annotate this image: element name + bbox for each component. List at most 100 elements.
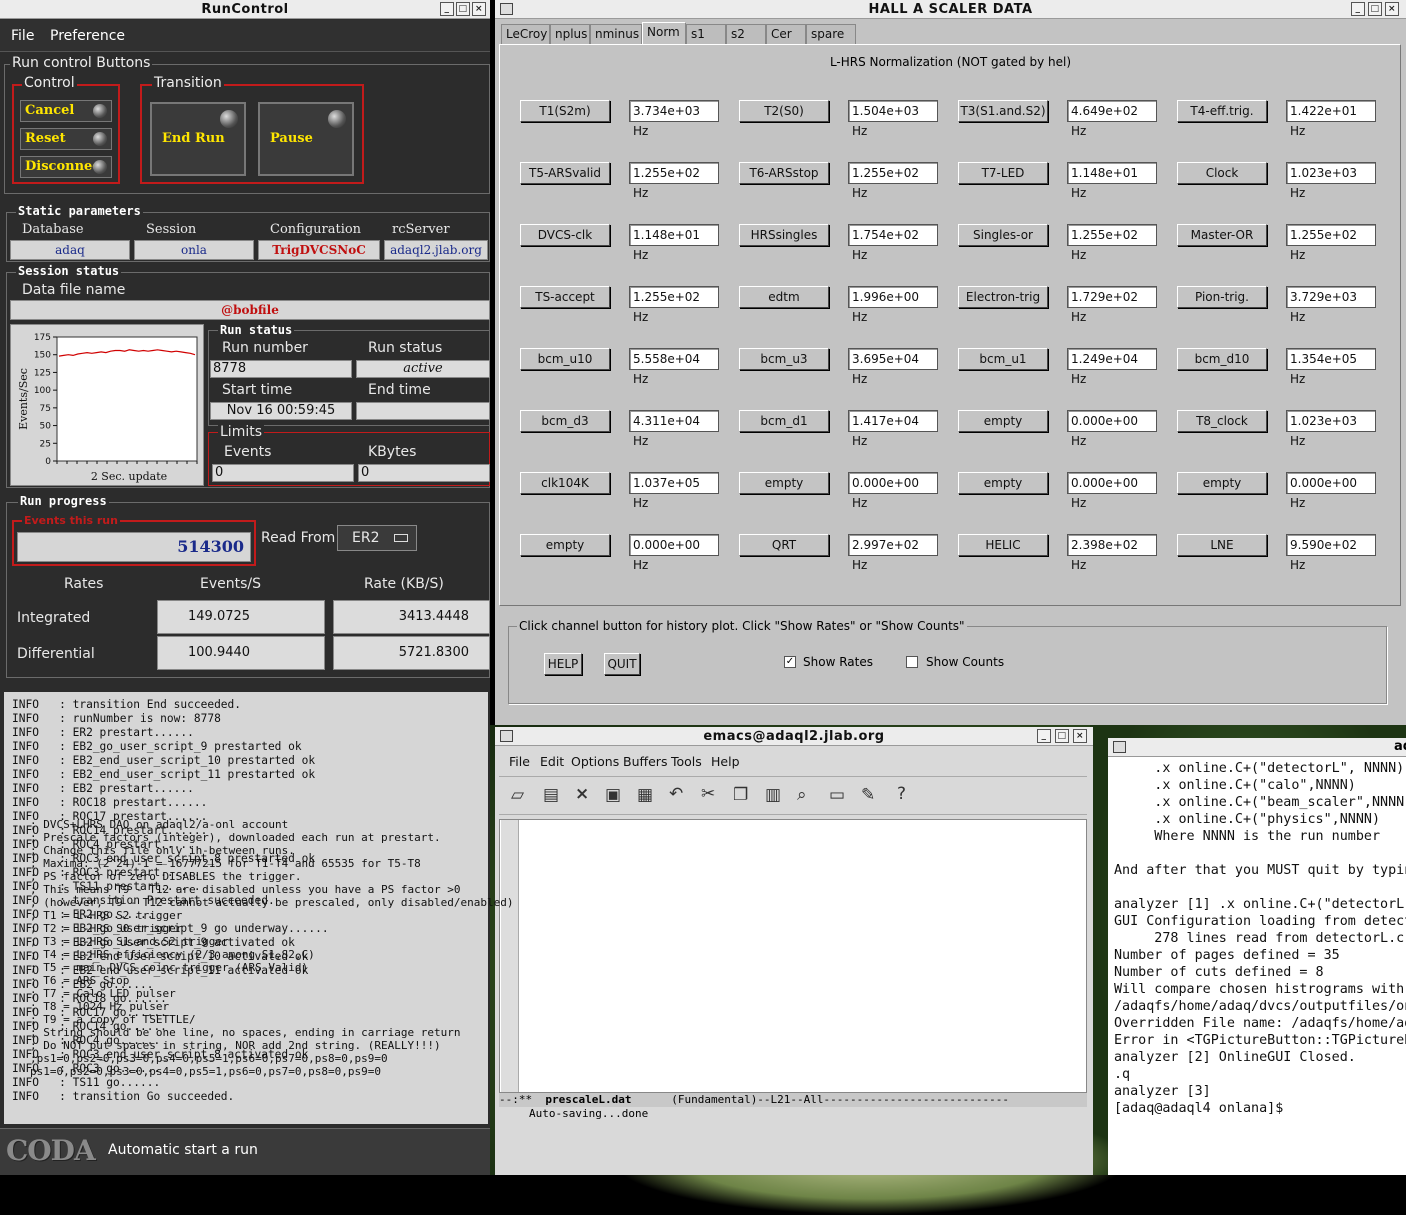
window-menu-icon[interactable] — [1113, 741, 1126, 753]
channel-button[interactable]: empty — [520, 534, 610, 556]
channel-button[interactable]: T1(S2m) — [520, 100, 610, 122]
channel-button[interactable]: T6-ARSstop — [739, 162, 829, 184]
save-as-icon[interactable]: ▦ — [637, 785, 653, 805]
close-icon[interactable]: × — [1073, 729, 1087, 743]
undo-icon[interactable]: ↶ — [669, 784, 683, 804]
menu-options[interactable]: Options — [571, 754, 619, 769]
close-buffer-icon[interactable]: × — [575, 784, 589, 804]
chart-caption: 2 Sec. update — [91, 470, 167, 483]
channel-button[interactable]: T4-eff.trig. — [1177, 100, 1267, 122]
channel-button[interactable]: LNE — [1177, 534, 1267, 556]
scaler-titlebar[interactable]: HALL A SCALER DATA _ □ × — [495, 0, 1406, 19]
channel-button[interactable]: QRT — [739, 534, 829, 556]
tab-s1[interactable]: s1 — [686, 24, 726, 44]
tab-norm[interactable]: Norm — [642, 22, 686, 45]
terminal-line: [adaq@adaql4 onlana]$ — [1114, 1101, 1292, 1116]
emacs-text[interactable]: ; DVCS+LHRS DAQ on adaql2/a-onl account;… — [30, 818, 586, 1090]
channel-button[interactable]: empty — [958, 472, 1048, 494]
runcontrol-titlebar[interactable]: RunControl _ □ × — [0, 0, 490, 19]
menu-preference[interactable]: Preference — [50, 28, 125, 44]
minimize-icon[interactable]: _ — [1037, 729, 1051, 743]
reset-button[interactable]: Reset — [20, 128, 112, 150]
channel-button[interactable]: T5-ARSvalid — [520, 162, 610, 184]
channel-button[interactable]: clk104K — [520, 472, 610, 494]
kbytes-limit-input[interactable]: 0 — [358, 464, 490, 482]
channel-button[interactable]: Master-OR — [1177, 224, 1267, 246]
window-menu-icon[interactable] — [500, 3, 513, 15]
search-icon[interactable]: ⌕ — [797, 785, 807, 805]
paste-icon[interactable]: ▥ — [765, 785, 781, 805]
window-menu-icon[interactable] — [500, 730, 513, 742]
terminal-output[interactable]: .x online.C+("detectorL", NNNN) .x onlin… — [1114, 760, 1406, 1117]
channel-button[interactable]: Clock — [1177, 162, 1267, 184]
tab-s2[interactable]: s2 — [726, 24, 766, 44]
channel-button[interactable]: bcm_u10 — [520, 348, 610, 370]
close-icon[interactable]: × — [472, 2, 486, 16]
channel-button[interactable]: T7-LED — [958, 162, 1048, 184]
channel-button[interactable]: bcm_d3 — [520, 410, 610, 432]
events-limit-input[interactable]: 0 — [212, 464, 354, 482]
read-from-select[interactable]: ER2 — [337, 525, 417, 551]
save-icon[interactable]: ▣ — [605, 785, 621, 805]
terminal-titlebar[interactable]: ad — [1108, 738, 1406, 757]
channel-button[interactable]: Electron-trig — [958, 286, 1048, 308]
tab-cer[interactable]: Cer — [766, 24, 806, 44]
channel-button[interactable]: edtm — [739, 286, 829, 308]
maximize-icon[interactable]: □ — [1055, 729, 1069, 743]
channel-button[interactable]: HRSsingles — [739, 224, 829, 246]
channel-button[interactable]: bcm_d1 — [739, 410, 829, 432]
new-file-icon[interactable]: ▱ — [511, 785, 524, 805]
channel-button[interactable]: bcm_u3 — [739, 348, 829, 370]
show-counts-checkbox[interactable] — [906, 656, 918, 668]
help-button[interactable]: HELP — [544, 653, 582, 675]
quit-button[interactable]: QUIT — [604, 653, 640, 675]
channel-button[interactable]: TS-accept — [520, 286, 610, 308]
channel-button[interactable]: bcm_u1 — [958, 348, 1048, 370]
channel-button[interactable]: HELIC — [958, 534, 1048, 556]
disconnect-button[interactable]: Disconnect — [20, 156, 112, 178]
maximize-icon[interactable]: □ — [456, 2, 470, 16]
tab-nminus[interactable]: nminus — [590, 24, 642, 44]
log-line: INFO : ER2 prestart...... — [12, 726, 194, 739]
emacs-titlebar[interactable]: emacs@adaql2.jlab.org _ □ × — [495, 727, 1093, 746]
tab-nplus[interactable]: nplus — [550, 24, 590, 44]
tab-spare[interactable]: spare — [806, 24, 856, 44]
copy-icon[interactable]: ❐ — [733, 785, 748, 805]
cut-icon[interactable]: ✂ — [701, 784, 715, 804]
channel-button[interactable]: empty — [958, 410, 1048, 432]
database-field: adaq — [10, 240, 130, 260]
channel-button[interactable]: T3(S1.and.S2) — [958, 100, 1048, 122]
menu-tools[interactable]: Tools — [671, 754, 702, 769]
minimize-icon[interactable]: _ — [440, 2, 454, 16]
show-rates-checkbox[interactable]: ✓ — [784, 656, 796, 668]
menu-file[interactable]: File — [509, 754, 530, 769]
menu-file[interactable]: File — [11, 28, 34, 44]
end-run-button[interactable]: End Run — [150, 102, 246, 176]
minimize-icon[interactable]: _ — [1351, 2, 1365, 16]
tab-lecroy[interactable]: LeCroy — [501, 24, 550, 44]
help-icon[interactable]: ? — [897, 784, 906, 804]
channel-rate-field: 0.000e+00 Hz — [848, 472, 938, 510]
menu-buffers[interactable]: Buffers — [623, 754, 667, 769]
open-folder-icon[interactable]: ▤ — [543, 785, 559, 805]
print-icon[interactable]: ▭ — [829, 785, 845, 805]
channel-rate-field: 3.734e+03 Hz — [629, 100, 719, 138]
channel-button[interactable]: empty — [739, 472, 829, 494]
channel-button[interactable]: empty — [1177, 472, 1267, 494]
menu-edit[interactable]: Edit — [540, 754, 564, 769]
maximize-icon[interactable]: □ — [1368, 2, 1382, 16]
preferences-icon[interactable]: ✎ — [861, 785, 875, 805]
channel-button[interactable]: bcm_d10 — [1177, 348, 1267, 370]
emacs-buffer[interactable] — [499, 819, 1087, 1093]
channel-button[interactable]: Pion-trig. — [1177, 286, 1267, 308]
menu-help[interactable]: Help — [711, 754, 740, 769]
channel-button[interactable]: DVCS-clk — [520, 224, 610, 246]
emacs-line: ; Change this file only in-between runs. — [30, 844, 295, 857]
close-icon[interactable]: × — [1385, 2, 1399, 16]
channel-button[interactable]: T8_clock — [1177, 410, 1267, 432]
cancel-button[interactable]: Cancel — [20, 100, 112, 122]
channel-button[interactable]: T2(S0) — [739, 100, 829, 122]
channel-button[interactable]: Singles-or — [958, 224, 1048, 246]
pause-button[interactable]: Pause — [258, 102, 354, 176]
emacs-line: ; Do NOT put spaces in string, NOR add 2… — [30, 1039, 441, 1052]
